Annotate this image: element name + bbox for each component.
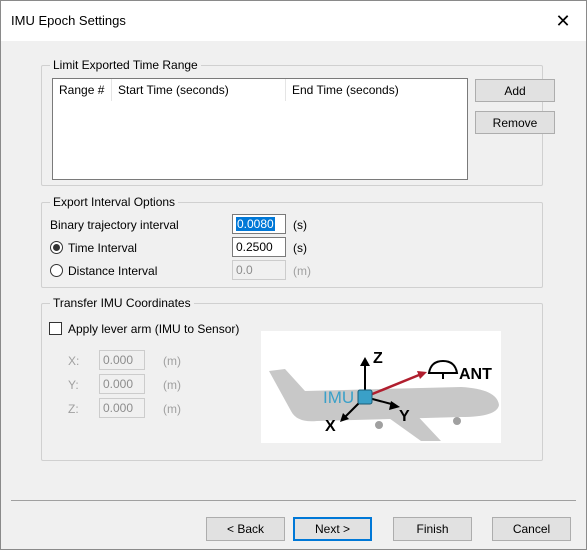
y-offset-input[interactable]: 0.000	[99, 374, 145, 394]
remove-button[interactable]: Remove	[475, 111, 555, 134]
back-button[interactable]: < Back	[206, 517, 285, 541]
lever-arm-label[interactable]: Apply lever arm (IMU to Sensor)	[68, 322, 239, 336]
dialog-title: IMU Epoch Settings	[11, 13, 126, 28]
z-axis-label: Z	[373, 350, 383, 367]
y-axis-label: Y	[399, 408, 410, 425]
footer-separator	[11, 500, 576, 501]
x-offset-unit: (m)	[163, 354, 181, 368]
distance-interval-label[interactable]: Distance Interval	[68, 264, 157, 278]
z-offset-label: Z:	[68, 402, 79, 416]
lever-arm-arrowhead	[417, 371, 427, 379]
y-offset-label: Y:	[68, 378, 79, 392]
z-offset-input[interactable]: 0.000	[99, 398, 145, 418]
column-header-start-time[interactable]: Start Time (seconds)	[112, 79, 286, 101]
x-offset-label: X:	[68, 354, 80, 368]
column-header-end-time[interactable]: End Time (seconds)	[286, 79, 467, 101]
column-header-range[interactable]: Range #	[53, 79, 112, 101]
time-interval-unit: (s)	[293, 241, 307, 255]
z-offset-unit: (m)	[163, 402, 181, 416]
distance-interval-input[interactable]: 0.0	[232, 260, 286, 280]
x-offset-input[interactable]: 0.000	[99, 350, 145, 370]
x-axis-label: X	[325, 418, 336, 435]
ant-text: ANT	[459, 366, 492, 383]
y-offset-unit: (m)	[163, 378, 181, 392]
cancel-button[interactable]: Cancel	[492, 517, 571, 541]
transfer-imu-group-label: Transfer IMU Coordinates	[50, 296, 194, 310]
imu-text: IMU	[323, 388, 354, 407]
distance-interval-unit: (m)	[293, 264, 311, 278]
antenna-icon	[427, 359, 459, 379]
binary-interval-input[interactable]: 0.0080	[232, 214, 286, 234]
add-button[interactable]: Add	[475, 79, 555, 102]
title-bar: IMU Epoch Settings ✕	[1, 1, 586, 41]
time-interval-radio[interactable]	[50, 241, 63, 254]
binary-interval-unit: (s)	[293, 218, 307, 232]
binary-interval-label: Binary trajectory interval	[50, 218, 179, 232]
binary-interval-value: 0.0080	[236, 217, 275, 231]
imu-block	[357, 389, 373, 405]
finish-button[interactable]: Finish	[393, 517, 472, 541]
imu-epoch-settings-dialog: IMU Epoch Settings ✕ Limit Exported Time…	[0, 0, 587, 550]
distance-interval-radio[interactable]	[50, 264, 63, 277]
next-button[interactable]: Next >	[293, 517, 372, 541]
lever-arm-diagram: IMU ANT Z X Y	[261, 331, 501, 443]
time-interval-input[interactable]: 0.2500	[232, 237, 286, 257]
time-interval-label[interactable]: Time Interval	[68, 241, 137, 255]
lever-arm-checkbox[interactable]	[49, 322, 62, 335]
close-icon[interactable]: ✕	[540, 1, 586, 41]
time-range-group-label: Limit Exported Time Range	[50, 58, 201, 72]
export-interval-group-label: Export Interval Options	[50, 195, 179, 209]
time-range-list[interactable]: Range # Start Time (seconds) End Time (s…	[52, 78, 468, 180]
